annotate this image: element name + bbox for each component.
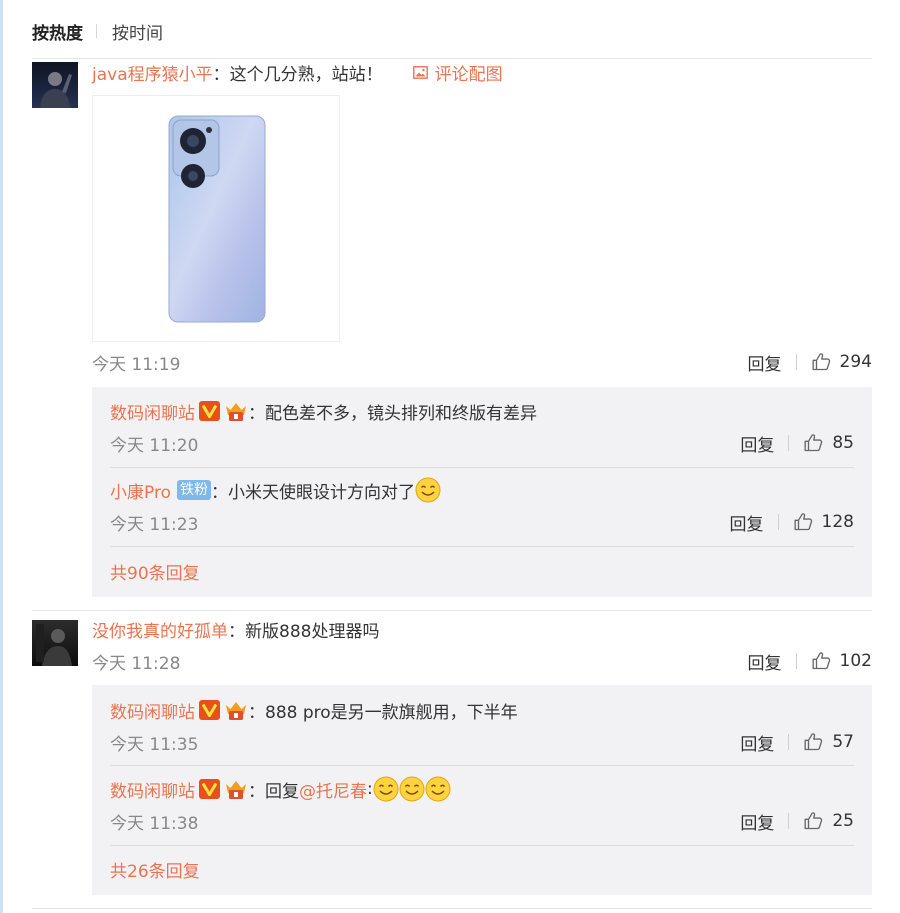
comment-text-line: 没你我真的好孤单 ：新版888处理器吗 (92, 616, 379, 642)
smile-emoji-icon (373, 776, 399, 802)
thumbs-up-icon[interactable] (803, 433, 824, 453)
sort-bar: 按热度 按时间 (32, 18, 163, 44)
reply-divider (110, 845, 854, 846)
reply-username[interactable]: 数码闲聊站 (110, 698, 195, 723)
reply-button[interactable]: 回复 (748, 350, 782, 375)
comment-text-line: java程序猿小平 ：这个几分熟，站站！ 评论配图 (92, 59, 503, 85)
left-border (0, 0, 3, 913)
action-separator (795, 354, 797, 370)
reply-meta: 今天 11:35 (110, 729, 198, 755)
reply-text-line: 数码闲聊站 ：888 pro是另一款旗舰用，下半年 (110, 697, 518, 723)
comment-divider (32, 610, 872, 611)
comment-timestamp: 今天 11:28 (92, 653, 181, 674)
smile-emoji-icon (425, 776, 451, 802)
reply-button[interactable]: 回复 (740, 730, 774, 755)
reply-actions: 回复 128 (730, 509, 854, 535)
comment-actions: 回复 102 (748, 648, 872, 674)
reply-button[interactable]: 回复 (730, 510, 764, 535)
reply-timestamp: 今天 11:35 (110, 734, 199, 755)
action-separator (788, 435, 790, 451)
comment-meta: 今天 11:28 (92, 648, 180, 674)
reply-actions: 回复 85 (740, 430, 854, 456)
reply-username[interactable]: 小康Pro (110, 478, 171, 503)
comment-divider (32, 908, 872, 909)
avatar-image (40, 72, 72, 108)
reply-meta: 今天 11:23 (110, 509, 198, 535)
reply-text-line: 数码闲聊站 ：配色差不多，镜头排列和终版有差异 (110, 398, 537, 424)
mention-link[interactable]: @托尼春 (299, 777, 367, 802)
reply-button[interactable]: 回复 (740, 809, 774, 834)
thumbs-up-icon[interactable] (811, 352, 832, 372)
like-count[interactable]: 128 (822, 512, 854, 532)
action-separator (795, 653, 797, 669)
reply-meta: 今天 11:20 (110, 430, 198, 456)
more-replies-link[interactable]: 共26条回复 (110, 857, 200, 882)
avatar[interactable] (32, 62, 78, 108)
like-count[interactable]: 102 (840, 651, 872, 671)
reply-divider (110, 765, 854, 766)
reply-divider (110, 546, 854, 547)
thumbs-up-icon[interactable] (793, 512, 814, 532)
comment-meta: 今天 11:19 (92, 349, 180, 375)
fan-crown-icon (224, 400, 248, 422)
fan-badge: 铁粉 (176, 480, 211, 500)
reply-text: ：888 pro是另一款旗舰用，下半年 (248, 702, 518, 723)
sort-by-hot-tab[interactable]: 按热度 (32, 19, 83, 44)
reply-text: ：小米天使眼设计方向对了 (210, 482, 415, 503)
like-count[interactable]: 25 (832, 811, 854, 831)
thumbs-up-icon[interactable] (803, 811, 824, 831)
action-separator (777, 514, 779, 530)
sort-by-time-tab[interactable]: 按时间 (112, 19, 163, 44)
phone-image (168, 115, 266, 323)
reply-actions: 回复 25 (740, 808, 854, 834)
thumbs-up-icon[interactable] (811, 651, 832, 671)
reply-button[interactable]: 回复 (748, 649, 782, 674)
avatar-image (36, 624, 72, 666)
smile-emoji-icon (415, 477, 441, 503)
verified-v-icon (199, 401, 220, 421)
picture-icon (412, 65, 428, 79)
comment-photo[interactable] (92, 95, 340, 342)
view-comment-picture-link[interactable]: 评论配图 (412, 60, 503, 85)
thumbs-up-icon[interactable] (803, 732, 824, 752)
reply-timestamp: 今天 11:23 (110, 514, 199, 535)
reply-username[interactable]: 数码闲聊站 (110, 399, 195, 424)
reply-meta: 今天 11:38 (110, 808, 198, 834)
comment-username[interactable]: 没你我真的好孤单 (92, 617, 228, 642)
reply-actions: 回复 57 (740, 729, 854, 755)
pic-link-label: 评论配图 (434, 64, 503, 85)
reply-timestamp: 今天 11:38 (110, 813, 199, 834)
comment-username[interactable]: java程序猿小平 (92, 60, 213, 85)
smile-emoji-icon (399, 776, 425, 802)
action-separator (788, 734, 790, 750)
comment-text: ：这个几分熟，站站！ (212, 64, 383, 85)
comment-actions: 回复 294 (748, 349, 872, 375)
fan-crown-icon (224, 699, 248, 721)
reply-divider (110, 467, 854, 468)
reply-username[interactable]: 数码闲聊站 (110, 777, 195, 802)
avatar[interactable] (32, 620, 78, 666)
fan-crown-icon (224, 778, 248, 800)
reply-button[interactable]: 回复 (740, 431, 774, 456)
like-count[interactable]: 57 (832, 732, 854, 752)
verified-v-icon (199, 700, 220, 720)
comment-text: ：新版888处理器吗 (228, 621, 380, 642)
action-separator (788, 813, 790, 829)
reply-text-line: 小康Pro 铁粉 ：小米天使眼设计方向对了 (110, 477, 441, 503)
sort-separator (96, 24, 97, 38)
like-count[interactable]: 294 (840, 352, 872, 372)
comment-timestamp: 今天 11:19 (92, 354, 181, 375)
reply-timestamp: 今天 11:20 (110, 435, 199, 456)
like-count[interactable]: 85 (832, 433, 854, 453)
reply-text-line: 数码闲聊站 ：回复 @托尼春 : (110, 776, 451, 802)
reply-text: ：配色差不多，镜头排列和终版有差异 (248, 403, 537, 424)
more-replies-link[interactable]: 共90条回复 (110, 559, 200, 584)
reply-text-prefix: ：回复 (248, 781, 299, 802)
verified-v-icon (199, 779, 220, 799)
